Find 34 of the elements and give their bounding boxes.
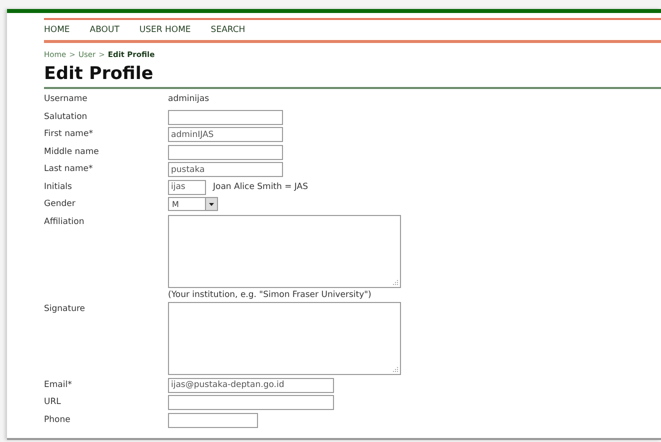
caret-icon <box>205 198 217 210</box>
resize-grip-icon <box>393 280 398 284</box>
input-field[interactable] <box>168 110 283 124</box>
field-label: Gender <box>44 198 76 211</box>
input-field[interactable]: ijas <box>168 180 206 194</box>
field-label: Phone <box>44 414 72 426</box>
field-label: Last name* <box>44 163 94 176</box>
nav-link[interactable]: HOME <box>44 25 70 35</box>
field-label: Salutation <box>44 110 88 124</box>
input-field[interactable] <box>168 144 283 160</box>
input-field[interactable] <box>168 395 334 410</box>
field-label: Signature <box>44 303 86 316</box>
text-area[interactable] <box>168 302 401 375</box>
input-field[interactable]: ijas@pustaka-deptan.go.id <box>168 378 334 392</box>
field-value: adminijas <box>168 93 209 106</box>
nav-link[interactable]: ABOUT <box>90 25 120 35</box>
field-label: URL <box>44 396 62 409</box>
input-field[interactable]: pustaka <box>168 162 283 177</box>
nav-link[interactable]: USER HOME <box>139 25 191 35</box>
field-label: Middle name <box>44 146 100 158</box>
field-label: Username <box>44 93 88 106</box>
field-label: Email* <box>44 378 73 392</box>
field-label: First name* <box>44 128 94 141</box>
field-hint: (Your institution, e.g. "Simon Fraser University") <box>168 290 372 300</box>
text-area[interactable] <box>168 214 401 288</box>
input-field[interactable] <box>168 412 258 428</box>
field-label: Initials <box>44 180 73 194</box>
input-field[interactable]: adminIJAS <box>168 127 283 142</box>
nav-link[interactable]: SEARCH <box>210 25 246 35</box>
select-field[interactable]: M <box>168 197 218 211</box>
page-title: Edit Profile <box>44 64 661 89</box>
resize-grip-icon <box>393 367 398 372</box>
field-label: Affiliation <box>44 216 86 228</box>
initials-example: Joan Alice Smith = JAS <box>213 180 308 194</box>
